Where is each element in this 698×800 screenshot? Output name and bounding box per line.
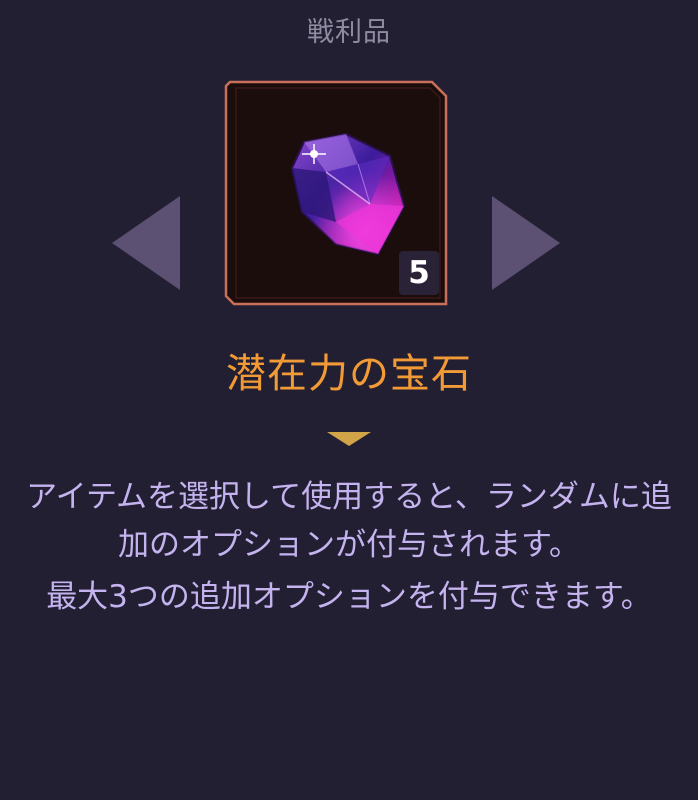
description-paragraph-1: アイテムを選択して使用すると、ランダムに追加のオプションが付与されます。	[26, 479, 672, 564]
item-count-badge: 5	[399, 251, 439, 295]
item-name: 潜在力の宝石	[226, 351, 472, 397]
item-slot[interactable]: 5	[222, 76, 452, 306]
item-description: アイテムを選択して使用すると、ランダムに追加のオプションが付与されます。 最大3…	[20, 473, 678, 625]
gold-divider	[0, 430, 698, 446]
description-paragraph-2: 最大3つの追加オプションを付与できます。	[46, 579, 652, 616]
loot-header-title: 戦利品	[307, 17, 391, 48]
previous-arrow-icon[interactable]	[108, 192, 182, 294]
next-arrow-icon[interactable]	[490, 192, 564, 294]
